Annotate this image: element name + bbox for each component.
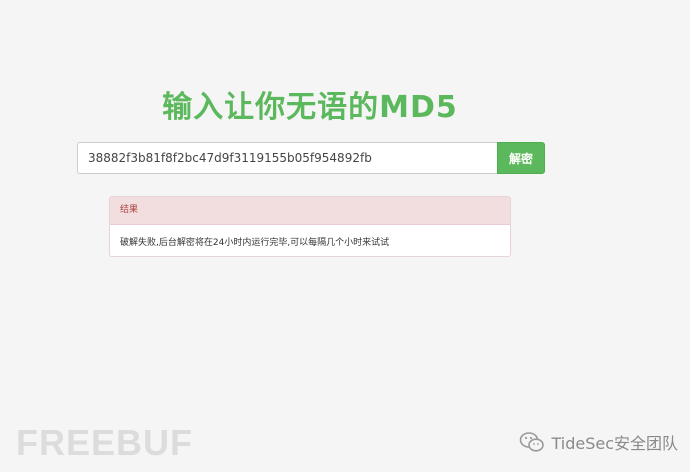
decrypt-button[interactable]: 解密: [497, 142, 545, 174]
account-watermark: TideSec安全团队: [519, 430, 678, 454]
freebuf-logo: FREEBUF: [16, 422, 193, 463]
account-name: TideSec安全团队: [551, 434, 678, 453]
wechat-icon: [520, 432, 545, 452]
page-title: 输入让你无语的MD5: [162, 90, 458, 126]
md5-search-form: 解密: [77, 142, 545, 174]
result-heading: 结果: [110, 197, 510, 225]
result-panel: 结果 破解失败,后台解密将在24小时内运行完毕,可以每隔几个小时来试试: [109, 196, 511, 257]
result-message: 破解失败,后台解密将在24小时内运行完毕,可以每隔几个小时来试试: [120, 238, 390, 248]
md5-input[interactable]: [77, 142, 497, 174]
